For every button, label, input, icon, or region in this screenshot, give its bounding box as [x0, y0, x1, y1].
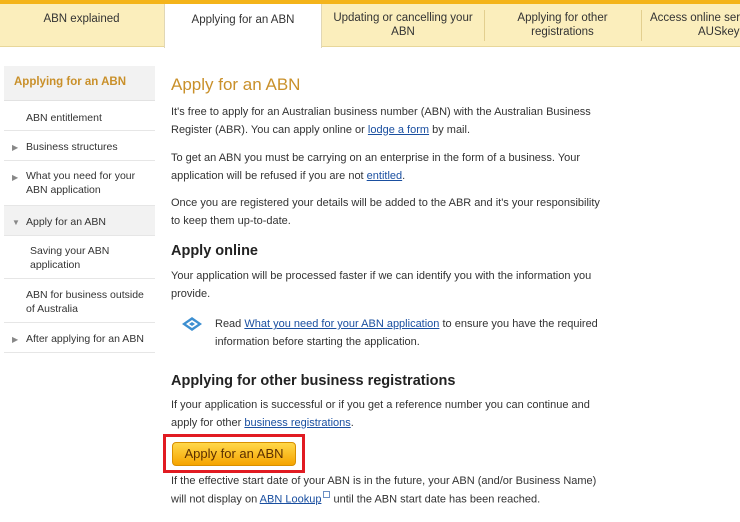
sidebar-item-label: ABN entitlement: [26, 112, 102, 124]
chevron-down-icon: ▼: [12, 218, 20, 227]
intro-paragraph: It's free to apply for an Australian bus…: [171, 104, 611, 139]
tab-access-online-services[interactable]: Access online serv AUSkey: [642, 4, 740, 47]
apply-for-abn-button[interactable]: Apply for an ABN: [172, 442, 296, 466]
other-registrations-text: If your application is successful or if …: [171, 399, 590, 429]
arrow-chevron-icon: [182, 317, 202, 331]
tab-label: Applying for an ABN: [191, 14, 295, 26]
sidebar-heading[interactable]: Applying for an ABN: [4, 66, 155, 101]
chevron-right-icon: ▶: [12, 173, 19, 182]
tab-label-line1: Updating or cancelling your: [333, 12, 473, 24]
tab-label-line1: Applying for other: [517, 12, 608, 24]
apply-online-paragraph: Your application will be processed faste…: [171, 270, 592, 300]
what-you-need-link[interactable]: What you need for your ABN application: [244, 318, 439, 330]
abn-lookup-link[interactable]: ABN Lookup: [260, 493, 322, 505]
entitled-link[interactable]: entitled: [367, 170, 402, 182]
other-registrations-paragraph: If your application is successful or if …: [171, 397, 611, 432]
top-nav: ABN explained Applying for an ABN Updati…: [0, 4, 740, 48]
other-registrations-heading: Applying for other business registration…: [171, 373, 456, 389]
sidebar-item-label: After applying for an ABN: [26, 333, 144, 345]
tab-label-line2: registrations: [531, 26, 594, 38]
info-text: Read What you need for your ABN applicat…: [215, 316, 605, 351]
sidebar-item-label: Saving your ABN application: [30, 245, 110, 271]
other-registrations-text-end: .: [350, 416, 354, 429]
sidebar-item-abn-entitlement[interactable]: ABN entitlement: [4, 101, 155, 131]
chevron-right-icon: ▶: [12, 335, 19, 344]
sidebar-item-label: Apply for an ABN: [26, 216, 106, 228]
registration-paragraph: Once you are registered your details wil…: [171, 197, 600, 227]
lodge-a-form-link[interactable]: lodge a form: [368, 124, 429, 136]
tab-label-line2: AUSkey: [698, 26, 740, 38]
highlight-frame: Apply for an ABN: [163, 434, 305, 473]
sidebar-item-business-structures[interactable]: ▶ Business structures: [4, 131, 155, 161]
external-link-icon: [323, 490, 331, 498]
tab-label-line1: Access online serv: [650, 12, 740, 24]
sidebar-item-label: ABN for business outside of Australia: [26, 289, 144, 315]
tab-label-line2: ABN: [391, 26, 415, 38]
sidebar-item-label: Business structures: [26, 141, 118, 153]
start-date-text-end: until the ABN start date has been reache…: [330, 493, 541, 506]
sidebar-item-abn-outside-australia[interactable]: ABN for business outside of Australia: [4, 279, 155, 323]
sidebar-item-apply-for-abn[interactable]: ▼ Apply for an ABN: [4, 206, 155, 236]
apply-online-heading: Apply online: [171, 243, 258, 259]
sidebar-item-after-applying[interactable]: ▶ After applying for an ABN: [4, 323, 155, 353]
sidebar-item-saving-application[interactable]: Saving your ABN application: [4, 236, 155, 279]
tab-applying-for-abn[interactable]: Applying for an ABN: [164, 4, 322, 48]
page-title: Apply for an ABN: [171, 75, 301, 94]
tab-label: ABN explained: [43, 13, 120, 25]
sidebar-item-label: What you need for your ABN application: [26, 170, 136, 196]
sidebar-nav: Applying for an ABN ABN entitlement ▶ Bu…: [4, 66, 155, 353]
business-registrations-link[interactable]: business registrations: [244, 417, 350, 429]
start-date-paragraph: If the effective start date of your ABN …: [171, 473, 611, 509]
eligibility-paragraph: To get an ABN you must be carrying on an…: [171, 150, 611, 185]
chevron-right-icon: ▶: [12, 143, 19, 152]
tab-updating-cancelling[interactable]: Updating or cancelling your ABN: [323, 4, 483, 47]
eligibility-text-end: .: [402, 169, 406, 182]
tab-other-registrations[interactable]: Applying for other registrations: [485, 4, 640, 47]
sidebar-item-what-you-need[interactable]: ▶ What you need for your ABN application: [4, 161, 155, 206]
intro-text-end: by mail.: [429, 123, 471, 136]
tab-abn-explained[interactable]: ABN explained: [0, 4, 163, 47]
info-text-start: Read: [215, 318, 245, 330]
